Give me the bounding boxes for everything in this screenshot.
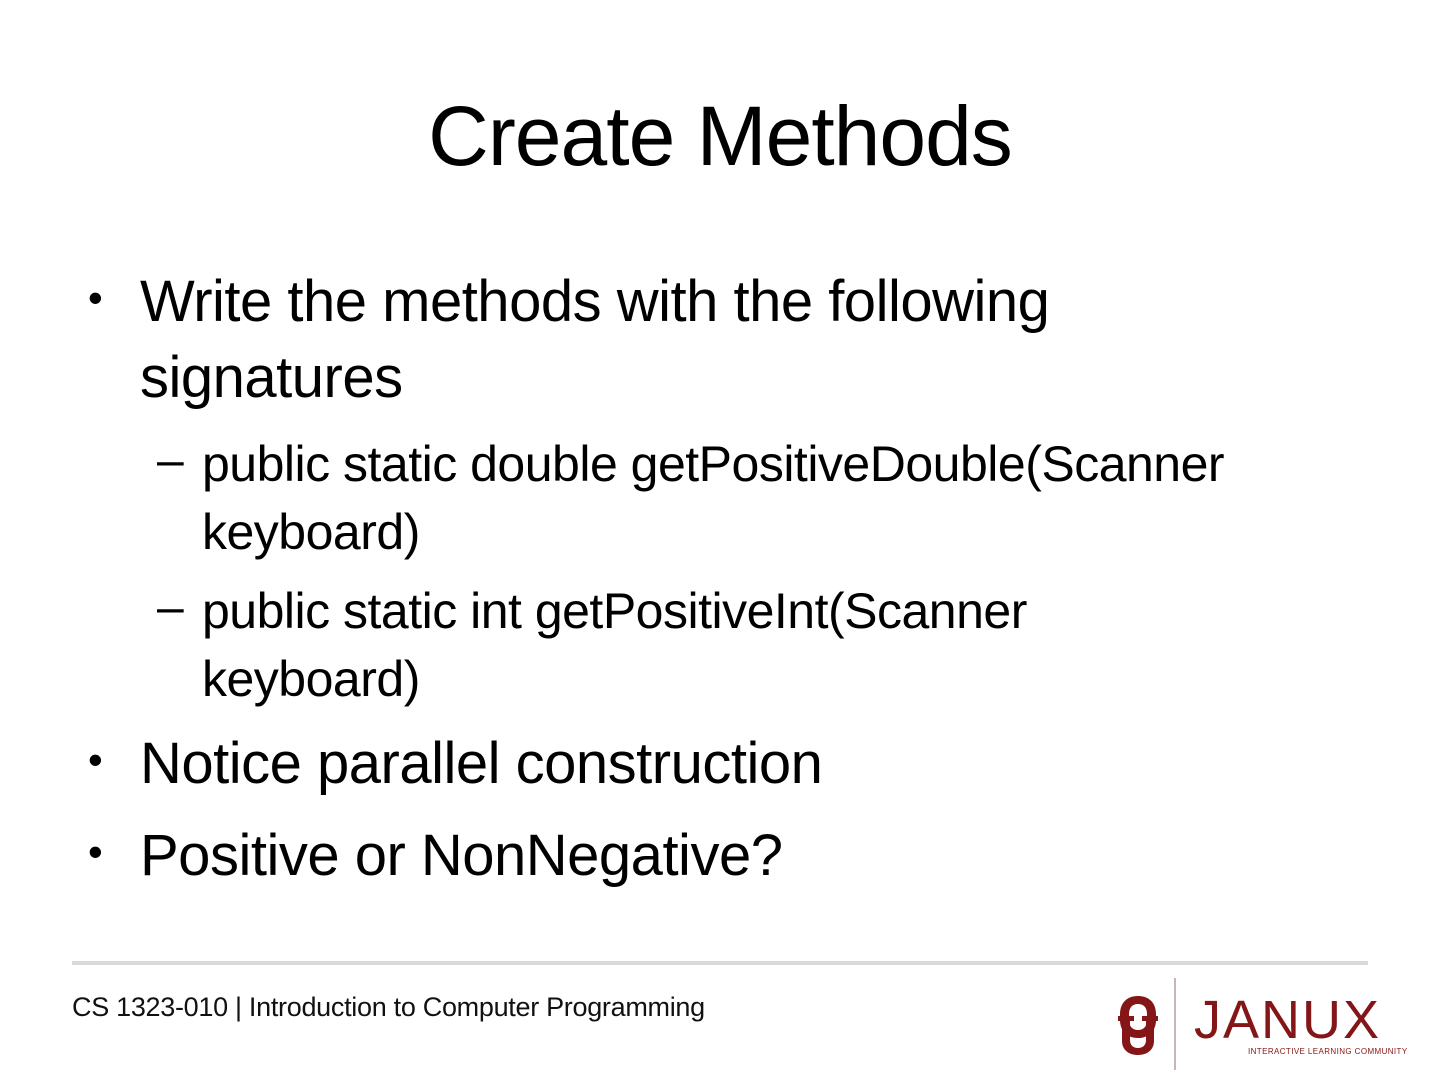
sub-bullet-text: public static int getPositiveInt(Scanner… [202, 577, 1382, 713]
bullet-text: Write the methods with the following sig… [140, 264, 1360, 416]
bullet-text: Notice parallel construction [140, 726, 1360, 802]
sub-bullet-marker: – [157, 581, 184, 634]
sub-bullet-line: keyboard) [202, 504, 420, 560]
logo-divider [1174, 978, 1176, 1070]
sub-bullet-text: public static double getPositiveDouble(S… [202, 430, 1382, 566]
footer-divider [72, 961, 1368, 965]
bullet-line: Notice parallel construction [140, 731, 823, 796]
sub-bullet-line: public static int getPositiveInt(Scanner [202, 583, 1027, 639]
bullet-line: signatures [140, 345, 403, 410]
sub-bullet-marker: – [157, 434, 184, 487]
sub-bullet-line: public static double getPositiveDouble(S… [202, 436, 1225, 492]
bullet-marker: • [88, 828, 103, 875]
bullet-text: Positive or NonNegative? [140, 818, 1360, 894]
footer-course-title: CS 1323-010 | Introduction to Computer P… [72, 992, 705, 1022]
bullet-marker: • [88, 274, 103, 321]
bullet-line: Positive or NonNegative? [140, 823, 783, 888]
janux-logo: JANUX INTERACTIVE LEARNING COMMUNITY [1110, 976, 1407, 1072]
bullet-marker: • [88, 736, 103, 783]
janux-wordmark: JANUX [1194, 990, 1382, 1050]
bullet-list: • Write the methods with the following s… [0, 0, 1440, 940]
bullet-line: Write the methods with the following [140, 269, 1050, 334]
janux-tagline: INTERACTIVE LEARNING COMMUNITY [1248, 1047, 1408, 1056]
ou-interlocking-logo-icon [1118, 996, 1158, 1055]
sub-bullet-line: keyboard) [202, 651, 420, 707]
